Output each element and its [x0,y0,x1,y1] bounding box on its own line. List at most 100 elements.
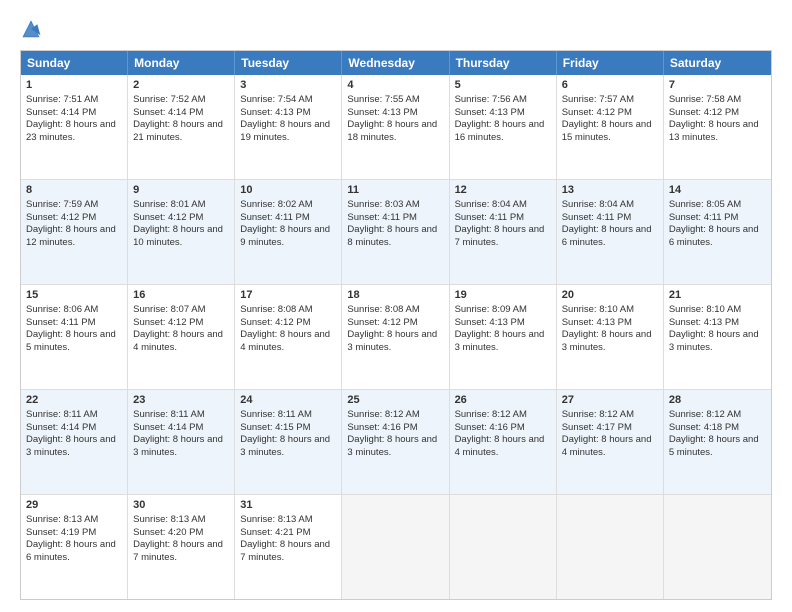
calendar-row-5: 29Sunrise: 8:13 AMSunset: 4:19 PMDayligh… [21,494,771,599]
sunset-label: Sunset: 4:18 PM [669,422,739,433]
calendar-row-4: 22Sunrise: 8:11 AMSunset: 4:14 PMDayligh… [21,389,771,494]
sunrise-label: Sunrise: 7:51 AM [26,94,98,105]
sunrise-label: Sunrise: 8:09 AM [455,304,527,315]
daylight-label: Daylight: 8 hours and 7 minutes. [240,539,330,563]
daylight-label: Daylight: 8 hours and 6 minutes. [669,224,759,248]
sunrise-label: Sunrise: 8:11 AM [240,409,312,420]
daylight-label: Daylight: 8 hours and 3 minutes. [133,434,223,458]
calendar-cell: 5Sunrise: 7:56 AMSunset: 4:13 PMDaylight… [450,75,557,179]
day-number: 19 [455,288,551,303]
calendar-cell: 31Sunrise: 8:13 AMSunset: 4:21 PMDayligh… [235,495,342,599]
sunrise-label: Sunrise: 7:55 AM [347,94,419,105]
calendar-cell: 28Sunrise: 8:12 AMSunset: 4:18 PMDayligh… [664,390,771,494]
sunrise-label: Sunrise: 7:54 AM [240,94,312,105]
sunrise-label: Sunrise: 8:06 AM [26,304,98,315]
calendar-cell: 25Sunrise: 8:12 AMSunset: 4:16 PMDayligh… [342,390,449,494]
sunrise-label: Sunrise: 8:07 AM [133,304,205,315]
sunset-label: Sunset: 4:17 PM [562,422,632,433]
sunset-label: Sunset: 4:13 PM [347,107,417,118]
day-number: 31 [240,498,336,513]
daylight-label: Daylight: 8 hours and 3 minutes. [562,329,652,353]
calendar-cell: 26Sunrise: 8:12 AMSunset: 4:16 PMDayligh… [450,390,557,494]
calendar-cell: 18Sunrise: 8:08 AMSunset: 4:12 PMDayligh… [342,285,449,389]
daylight-label: Daylight: 8 hours and 7 minutes. [133,539,223,563]
sunrise-label: Sunrise: 8:11 AM [133,409,205,420]
daylight-label: Daylight: 8 hours and 4 minutes. [133,329,223,353]
sunset-label: Sunset: 4:15 PM [240,422,310,433]
day-number: 3 [240,78,336,93]
header-day-friday: Friday [557,51,664,75]
day-number: 10 [240,183,336,198]
calendar-cell: 14Sunrise: 8:05 AM Sunset: 4:11 PMDayligh… [664,180,771,284]
page: SundayMondayTuesdayWednesdayThursdayFrid… [0,0,792,612]
calendar-cell: 19Sunrise: 8:09 AM Sunset: 4:13 PMDayligh… [450,285,557,389]
logo [20,18,46,40]
daylight-label: Daylight: 8 hours and 5 minutes. [669,434,759,458]
sunrise-label: Sunrise: 8:01 AM [133,199,205,210]
sunset-label: Sunset: 4:12 PM [347,317,417,328]
daylight-label: Daylight: 8 hours and 4 minutes. [562,434,652,458]
day-number: 21 [669,288,766,303]
day-number: 20 [562,288,658,303]
sunset-label: Sunset: 4:12 PM [669,107,739,118]
sunset-label: Sunset: 4:13 PM [669,317,739,328]
sunrise-label: Sunrise: 8:02 AM [240,199,312,210]
calendar-cell: 4Sunrise: 7:55 AMSunset: 4:13 PMDaylight… [342,75,449,179]
day-number: 18 [347,288,443,303]
calendar-cell: 21Sunrise: 8:10 AMSunset: 4:13 PMDayligh… [664,285,771,389]
sunset-label: Sunset: 4:13 PM [455,317,525,328]
sunset-label: Sunset: 4:16 PM [455,422,525,433]
sunrise-label: Sunrise: 7:57 AM [562,94,634,105]
sunrise-label: Sunrise: 8:12 AM [669,409,741,420]
calendar-cell: 1Sunrise: 7:51 AMSunset: 4:14 PMDaylight… [21,75,128,179]
sunrise-label: Sunrise: 8:05 AM [669,199,741,210]
sunrise-label: Sunrise: 8:04 AM [455,199,527,210]
sunset-label: Sunset: 4:11 PM [562,212,632,223]
sunrise-label: Sunrise: 8:10 AM [669,304,741,315]
day-number: 16 [133,288,229,303]
daylight-label: Daylight: 8 hours and 3 minutes. [347,329,437,353]
sunset-label: Sunset: 4:11 PM [669,212,739,223]
day-number: 11 [347,183,443,198]
calendar-cell: 9Sunrise: 8:01 AMSunset: 4:12 PMDaylight… [128,180,235,284]
day-number: 13 [562,183,658,198]
day-number: 4 [347,78,443,93]
header-day-tuesday: Tuesday [235,51,342,75]
daylight-label: Daylight: 8 hours and 15 minutes. [562,119,652,143]
daylight-label: Daylight: 8 hours and 7 minutes. [455,224,545,248]
sunset-label: Sunset: 4:12 PM [133,317,203,328]
day-number: 26 [455,393,551,408]
sunrise-label: Sunrise: 8:08 AM [240,304,312,315]
day-number: 23 [133,393,229,408]
header-day-sunday: Sunday [21,51,128,75]
calendar-cell: 12Sunrise: 8:04 AMSunset: 4:11 PMDayligh… [450,180,557,284]
calendar-cell: 10Sunrise: 8:02 AMSunset: 4:11 PMDayligh… [235,180,342,284]
day-number: 7 [669,78,766,93]
sunrise-label: Sunrise: 8:13 AM [26,514,98,525]
sunset-label: Sunset: 4:12 PM [133,212,203,223]
calendar-cell: 11Sunrise: 8:03 AMSunset: 4:11 PMDayligh… [342,180,449,284]
sunset-label: Sunset: 4:14 PM [133,107,203,118]
daylight-label: Daylight: 8 hours and 3 minutes. [455,329,545,353]
day-number: 14 [669,183,766,198]
header-day-wednesday: Wednesday [342,51,449,75]
sunset-label: Sunset: 4:19 PM [26,527,96,538]
sunset-label: Sunset: 4:20 PM [133,527,203,538]
day-number: 24 [240,393,336,408]
calendar-cell [557,495,664,599]
sunset-label: Sunset: 4:12 PM [26,212,96,223]
sunset-label: Sunset: 4:16 PM [347,422,417,433]
header-day-monday: Monday [128,51,235,75]
sunrise-label: Sunrise: 8:11 AM [26,409,98,420]
day-number: 29 [26,498,122,513]
day-number: 22 [26,393,122,408]
daylight-label: Daylight: 8 hours and 6 minutes. [26,539,116,563]
day-number: 2 [133,78,229,93]
calendar-row-2: 8Sunrise: 7:59 AMSunset: 4:12 PMDaylight… [21,179,771,284]
day-number: 9 [133,183,229,198]
daylight-label: Daylight: 8 hours and 4 minutes. [240,329,330,353]
sunset-label: Sunset: 4:12 PM [240,317,310,328]
calendar-cell: 15Sunrise: 8:06 AMSunset: 4:11 PMDayligh… [21,285,128,389]
day-number: 27 [562,393,658,408]
header-day-thursday: Thursday [450,51,557,75]
